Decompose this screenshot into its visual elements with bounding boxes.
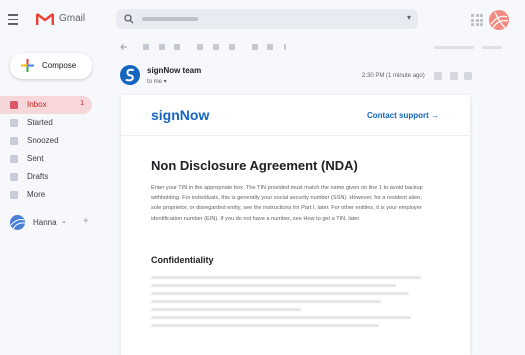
inbox-count: 1 xyxy=(80,100,84,107)
placeholder-text-line xyxy=(151,292,409,295)
message-toolbar xyxy=(116,42,516,54)
email-body: signNow Contact support → Non Disclosure… xyxy=(121,95,470,355)
started-icon xyxy=(10,119,18,127)
placeholder-text-line xyxy=(151,284,396,287)
drafts-icon xyxy=(10,173,18,181)
nav-item-started[interactable]: Started xyxy=(0,114,92,132)
section-heading: Confidentiality xyxy=(151,255,214,265)
placeholder-text-line xyxy=(151,324,379,327)
divider xyxy=(121,135,470,136)
inbox-icon xyxy=(10,101,18,109)
more-icon xyxy=(10,191,18,199)
signnow-logo: signNow xyxy=(151,107,210,123)
gmail-logo-icon[interactable] xyxy=(36,12,54,26)
nav-label: Inbox xyxy=(27,100,47,109)
placeholder-text-line xyxy=(151,316,411,319)
nav-label: Started xyxy=(27,118,53,127)
more-actions-icon[interactable] xyxy=(464,72,472,80)
document-title: Non Disclosure Agreement (NDA) xyxy=(151,158,358,173)
search-icon[interactable] xyxy=(124,14,134,24)
snoozed-icon xyxy=(10,137,18,145)
contact-support-link[interactable]: Contact support → xyxy=(367,111,439,120)
pagination-info xyxy=(434,46,474,49)
nav-label: Drafts xyxy=(27,172,49,181)
placeholder-text-line xyxy=(151,276,421,279)
document-paragraph: Enter your TIN in the appropriate box. T… xyxy=(151,185,423,222)
search-options-icon[interactable]: ▾ xyxy=(407,13,411,22)
menu-icon[interactable] xyxy=(8,14,18,28)
placeholder-text-line xyxy=(151,308,301,311)
search-bar[interactable]: ▾ xyxy=(116,9,418,29)
search-placeholder xyxy=(142,17,198,21)
add-task-icon[interactable] xyxy=(229,44,235,50)
placeholder-text-line xyxy=(151,300,381,303)
nav-item-sent[interactable]: Sent xyxy=(0,150,92,168)
apps-grid-icon[interactable] xyxy=(471,14,483,26)
compose-button[interactable]: Compose xyxy=(10,53,92,79)
archive-icon[interactable] xyxy=(143,44,149,50)
move-to-icon[interactable] xyxy=(252,44,258,50)
back-arrow-icon[interactable] xyxy=(120,43,128,51)
add-icon[interactable]: + xyxy=(83,216,89,227)
mark-unread-icon[interactable] xyxy=(197,44,203,50)
nav-label: More xyxy=(27,190,46,199)
report-spam-icon[interactable] xyxy=(159,44,165,50)
sent-icon xyxy=(10,155,18,163)
nav-item-inbox[interactable]: Inbox 1 xyxy=(0,96,92,114)
user-name: Hanna xyxy=(33,218,57,227)
more-options-icon[interactable] xyxy=(284,44,286,50)
message-time: 2:30 PM (1 minute ago) xyxy=(362,73,425,79)
plus-icon xyxy=(21,59,34,72)
recipient-dropdown[interactable]: to me ▾ xyxy=(147,78,167,85)
account-avatar[interactable] xyxy=(489,10,509,30)
top-bar: Gmail ▾ xyxy=(0,0,525,40)
nav-item-drafts[interactable]: Drafts xyxy=(0,168,92,186)
pagination-controls[interactable] xyxy=(482,46,502,49)
snooze-icon[interactable] xyxy=(213,44,219,50)
user-avatar xyxy=(10,215,25,230)
nav-item-snoozed[interactable]: Snoozed xyxy=(0,132,92,150)
compose-label: Compose xyxy=(42,61,77,70)
nav-item-more[interactable]: More xyxy=(0,186,92,204)
star-icon[interactable] xyxy=(434,72,442,80)
hangouts-user[interactable]: Hanna ⌄ + xyxy=(10,215,94,231)
reply-icon[interactable] xyxy=(450,72,458,80)
sender-name: signNow team xyxy=(147,66,202,75)
nav-label: Sent xyxy=(27,154,44,163)
nav-label: Snoozed xyxy=(27,136,59,145)
chevron-down-icon[interactable]: ⌄ xyxy=(61,217,67,225)
sender-avatar xyxy=(120,65,140,85)
app-name: Gmail xyxy=(59,13,86,24)
label-icon[interactable] xyxy=(267,44,273,50)
delete-icon[interactable] xyxy=(174,44,180,50)
